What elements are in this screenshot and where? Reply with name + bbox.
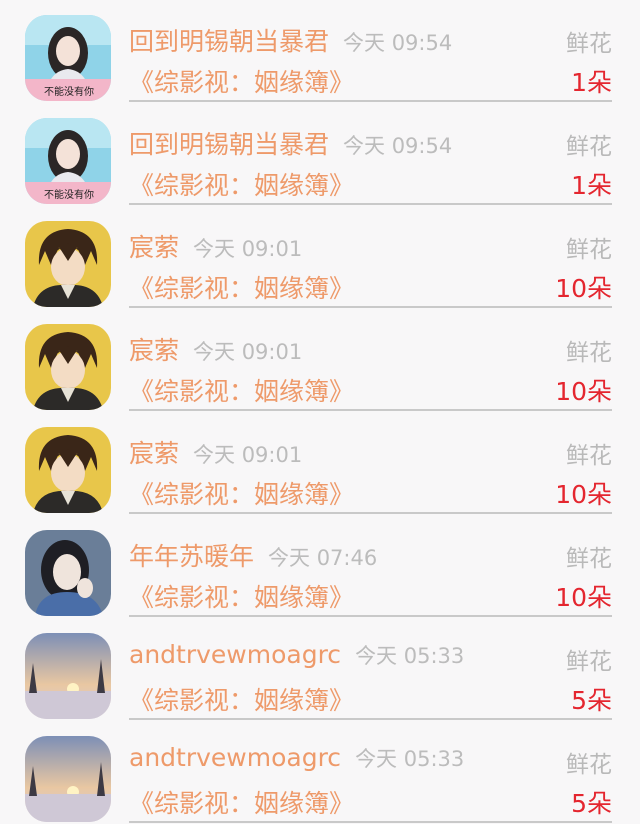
book-title[interactable]: 《综影视：姻缘簿》 (129, 166, 354, 202)
gift-type-label: 鲜花 (566, 31, 612, 57)
list-item[interactable]: 不能没有你 回到明锡朝当暴君 今天 09:54 鲜花 《综影视：姻缘簿》 1朵 (0, 0, 640, 103)
flower-gift-list: 不能没有你 回到明锡朝当暴君 今天 09:54 鲜花 《综影视：姻缘簿》 1朵 不… (0, 0, 640, 824)
book-title[interactable]: 《综影视：姻缘簿》 (129, 269, 354, 305)
winter-sunset-icon[interactable] (25, 633, 111, 719)
book-title[interactable]: 《综影视：姻缘簿》 (129, 681, 354, 717)
gift-type-label: 鲜花 (566, 134, 612, 160)
send-time: 今天 09:54 (343, 134, 453, 158)
list-item[interactable]: andtrvewmoagrc 今天 05:33 鲜花 《综影视：姻缘簿》 5朵 (0, 721, 640, 824)
send-time: 今天 09:54 (343, 31, 453, 55)
woman-portrait-icon[interactable] (25, 530, 111, 616)
divider (129, 100, 612, 102)
send-time: 今天 09:01 (193, 237, 303, 261)
send-time: 今天 07:46 (268, 546, 378, 570)
list-item[interactable]: 不能没有你 回到明锡朝当暴君 今天 09:54 鲜花 《综影视：姻缘簿》 1朵 (0, 103, 640, 206)
send-time: 今天 05:33 (355, 747, 465, 771)
send-time: 今天 09:01 (193, 340, 303, 364)
sender-name[interactable]: 宸萦 今天 09:01 (129, 331, 302, 367)
divider (129, 821, 612, 823)
book-title[interactable]: 《综影视：姻缘簿》 (129, 63, 354, 99)
sender-name[interactable]: 回到明锡朝当暴君 今天 09:54 (129, 125, 452, 161)
winter-sunset-icon[interactable] (25, 736, 111, 822)
svg-text:不能没有你: 不能没有你 (44, 85, 94, 98)
gift-type-label: 鲜花 (566, 546, 612, 572)
gift-type-label: 鲜花 (566, 443, 612, 469)
divider (129, 615, 612, 617)
gift-count: 1朵 (571, 68, 612, 97)
divider (129, 203, 612, 205)
divider (129, 512, 612, 514)
sender-name[interactable]: 宸萦 今天 09:01 (129, 228, 302, 264)
book-title[interactable]: 《综影视：姻缘簿》 (129, 784, 354, 820)
book-title[interactable]: 《综影视：姻缘簿》 (129, 578, 354, 614)
list-item[interactable]: 宸萦 今天 09:01 鲜花 《综影视：姻缘簿》 10朵 (0, 206, 640, 309)
divider (129, 306, 612, 308)
divider (129, 409, 612, 411)
anime-boy-icon[interactable] (25, 221, 111, 307)
sender-name[interactable]: 年年苏暖年 今天 07:46 (129, 537, 377, 573)
send-time: 今天 05:33 (355, 644, 465, 668)
gift-type-label: 鲜花 (566, 237, 612, 263)
sender-name[interactable]: andtrvewmoagrc 今天 05:33 (129, 640, 464, 670)
gift-count: 5朵 (571, 789, 612, 818)
list-item[interactable]: 宸萦 今天 09:01 鲜花 《综影视：姻缘簿》 10朵 (0, 309, 640, 412)
divider (129, 718, 612, 720)
sender-name[interactable]: 回到明锡朝当暴君 今天 09:54 (129, 22, 452, 58)
gift-count: 10朵 (555, 480, 612, 509)
girl-pink-icon[interactable]: 不能没有你 (25, 15, 111, 101)
list-item[interactable]: 年年苏暖年 今天 07:46 鲜花 《综影视：姻缘簿》 10朵 (0, 515, 640, 618)
gift-count: 5朵 (571, 686, 612, 715)
sender-name[interactable]: andtrvewmoagrc 今天 05:33 (129, 743, 464, 773)
gift-count: 1朵 (571, 171, 612, 200)
gift-type-label: 鲜花 (566, 340, 612, 366)
gift-count: 10朵 (555, 377, 612, 406)
gift-count: 10朵 (555, 274, 612, 303)
anime-boy-icon[interactable] (25, 427, 111, 513)
gift-count: 10朵 (555, 583, 612, 612)
list-item[interactable]: andtrvewmoagrc 今天 05:33 鲜花 《综影视：姻缘簿》 5朵 (0, 618, 640, 721)
svg-text:不能没有你: 不能没有你 (44, 188, 94, 201)
sender-name[interactable]: 宸萦 今天 09:01 (129, 434, 302, 470)
list-item[interactable]: 宸萦 今天 09:01 鲜花 《综影视：姻缘簿》 10朵 (0, 412, 640, 515)
send-time: 今天 09:01 (193, 443, 303, 467)
gift-type-label: 鲜花 (566, 649, 612, 675)
book-title[interactable]: 《综影视：姻缘簿》 (129, 475, 354, 511)
gift-type-label: 鲜花 (566, 752, 612, 778)
book-title[interactable]: 《综影视：姻缘簿》 (129, 372, 354, 408)
anime-boy-icon[interactable] (25, 324, 111, 410)
girl-pink-icon[interactable]: 不能没有你 (25, 118, 111, 204)
